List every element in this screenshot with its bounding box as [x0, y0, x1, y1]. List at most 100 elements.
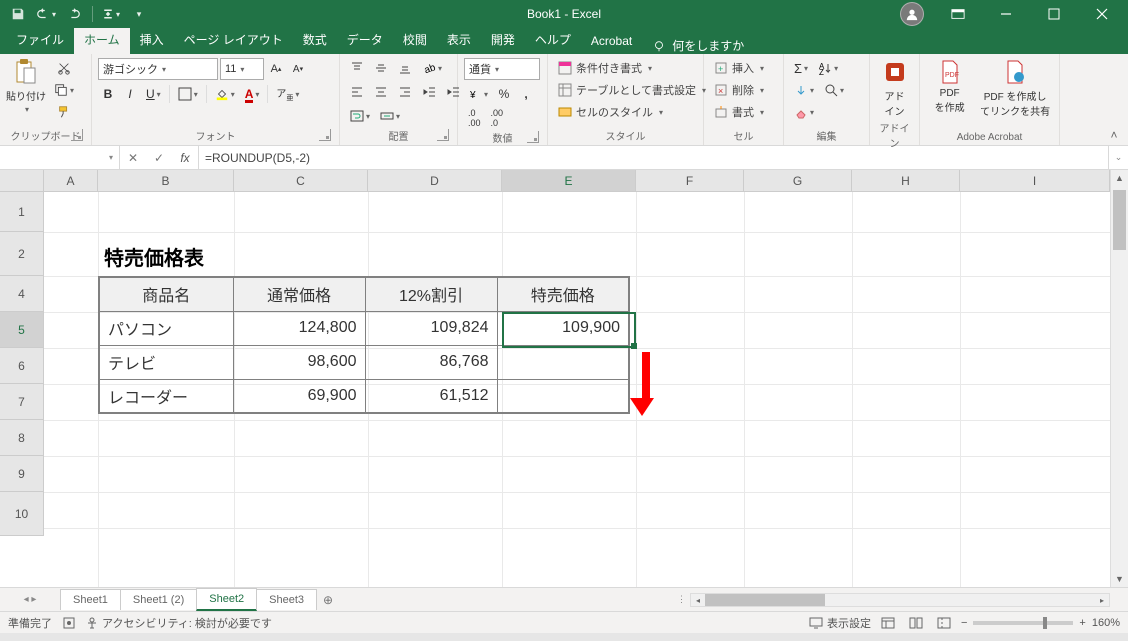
font-size-combo[interactable]: 11▾ — [220, 58, 264, 80]
cell-E6[interactable] — [497, 345, 629, 379]
tab-home[interactable]: ホーム — [74, 26, 130, 54]
align-bottom-icon[interactable] — [394, 58, 416, 78]
fill-icon[interactable]: ▾ — [790, 80, 818, 100]
col-header-G[interactable]: G — [744, 170, 852, 191]
col-header-A[interactable]: A — [44, 170, 98, 191]
col-header-F[interactable]: F — [636, 170, 744, 191]
merge-center-icon[interactable]: ▾ — [376, 106, 404, 126]
pdf-create-button[interactable]: PDF PDF を作成 — [926, 58, 973, 114]
macro-record-icon[interactable] — [62, 616, 76, 630]
phonetic-button[interactable]: ア亜▾ — [272, 84, 303, 104]
find-select-icon[interactable]: ▾ — [820, 80, 848, 100]
row-header-9[interactable]: 9 — [0, 456, 43, 492]
pdf-share-button[interactable]: PDF を作成し てリンクを共有 — [977, 58, 1053, 118]
sheet-tab-4[interactable]: Sheet3 — [256, 589, 317, 610]
comma-format-icon[interactable]: , — [516, 84, 536, 104]
col-header-B[interactable]: B — [98, 170, 234, 191]
row-header-7[interactable]: 7 — [0, 384, 43, 420]
sheet-tab-3[interactable]: Sheet2 — [196, 588, 257, 611]
undo-icon[interactable]: ▾ — [34, 2, 58, 26]
tab-page-layout[interactable]: ページ レイアウト — [174, 26, 293, 54]
cell-E7[interactable] — [497, 379, 629, 413]
cell-B5[interactable]: パソコン — [99, 311, 233, 345]
format-as-table-button[interactable]: テーブルとして書式設定▾ — [554, 80, 710, 100]
align-middle-icon[interactable] — [370, 58, 392, 78]
cell-D5[interactable]: 109,824 — [365, 311, 497, 345]
display-settings-button[interactable]: 表示設定 — [809, 615, 871, 631]
decrease-decimal-icon[interactable]: .00.0 — [487, 108, 508, 128]
accounting-format-icon[interactable]: ¥▾ — [464, 84, 492, 104]
row-header-2[interactable]: 2 — [0, 232, 43, 276]
horizontal-scrollbar[interactable]: ◂ ▸ — [690, 593, 1110, 607]
alignment-dialog-launcher[interactable] — [437, 129, 449, 141]
fill-color-button[interactable]: ▾ — [211, 84, 239, 104]
italic-button[interactable]: I — [120, 84, 140, 104]
select-all-corner[interactable] — [0, 170, 44, 192]
percent-format-icon[interactable]: % — [494, 84, 514, 104]
increase-font-icon[interactable]: A▴ — [266, 59, 286, 79]
zoom-slider[interactable] — [973, 621, 1073, 625]
scroll-right-icon[interactable]: ▸ — [1095, 594, 1109, 608]
font-dialog-launcher[interactable] — [319, 129, 331, 141]
enter-formula-icon[interactable]: ✓ — [146, 151, 172, 165]
row-header-10[interactable]: 10 — [0, 492, 43, 536]
collapse-ribbon-icon[interactable]: ˄ — [1104, 127, 1124, 143]
tab-help[interactable]: ヘルプ — [525, 26, 581, 54]
insert-cells-button[interactable]: +挿入▾ — [710, 58, 768, 78]
tab-view[interactable]: 表示 — [437, 26, 481, 54]
sort-filter-icon[interactable]: AZ▾ — [814, 58, 842, 78]
conditional-formatting-button[interactable]: 条件付き書式▾ — [554, 58, 656, 78]
sheet-nav[interactable]: ◂ ▸ — [0, 594, 60, 605]
tab-developer[interactable]: 開発 — [481, 26, 525, 54]
accessibility-status[interactable]: アクセシビリティ: 検討が必要です — [86, 615, 272, 631]
tab-formulas[interactable]: 数式 — [293, 26, 337, 54]
worksheet-grid[interactable]: A B C D E F G H I 1 2 4 5 6 7 8 9 10 — [0, 170, 1128, 587]
underline-button[interactable]: U▾ — [142, 84, 165, 104]
align-left-icon[interactable] — [346, 82, 368, 102]
col-header-H[interactable]: H — [852, 170, 960, 191]
copy-icon[interactable]: ▾ — [50, 80, 78, 100]
col-header-D[interactable]: D — [368, 170, 502, 191]
row-header-4[interactable]: 4 — [0, 276, 43, 312]
page-layout-view-icon[interactable] — [905, 614, 927, 632]
tab-insert[interactable]: 挿入 — [130, 26, 174, 54]
font-color-button[interactable]: A▾ — [241, 84, 264, 104]
vscroll-thumb[interactable] — [1113, 190, 1126, 250]
format-painter-icon[interactable] — [50, 102, 78, 122]
clear-icon[interactable]: ▾ — [790, 102, 818, 122]
tab-review[interactable]: 校閲 — [393, 26, 437, 54]
zoom-level[interactable]: 160% — [1092, 617, 1120, 629]
formula-input[interactable]: =ROUNDUP(D5,-2) — [199, 146, 1108, 169]
cancel-formula-icon[interactable]: ✕ — [120, 151, 146, 165]
number-format-combo[interactable]: 通貨▾ — [464, 58, 540, 80]
align-center-icon[interactable] — [370, 82, 392, 102]
maximize-button[interactable] — [1032, 0, 1076, 28]
increase-decimal-icon[interactable]: .0.00 — [464, 108, 485, 128]
sheet-tab-1[interactable]: Sheet1 — [60, 589, 121, 610]
format-cells-button[interactable]: 書式▾ — [710, 102, 768, 122]
paste-button[interactable]: 貼り付け ▾ — [6, 58, 46, 114]
cell-D6[interactable]: 86,768 — [365, 345, 497, 379]
cells-area[interactable]: 特売価格表 商品名 通常価格 12%割引 特売価格 パソコン 124,800 1… — [44, 192, 1110, 587]
hscroll-thumb[interactable] — [705, 594, 825, 606]
cell-E5[interactable]: 109,900 — [497, 311, 629, 345]
tab-acrobat[interactable]: Acrobat — [581, 29, 642, 54]
qat-customize-icon[interactable]: ▾ — [99, 2, 123, 26]
row-header-1[interactable]: 1 — [0, 192, 43, 232]
expand-formula-bar-icon[interactable]: ⌄ — [1108, 146, 1128, 169]
cell-B7[interactable]: レコーダー — [99, 379, 233, 413]
font-name-combo[interactable]: 游ゴシック▾ — [98, 58, 218, 80]
cell-D7[interactable]: 61,512 — [365, 379, 497, 413]
tell-me-search[interactable]: 何をしますか — [652, 37, 744, 54]
new-sheet-button[interactable]: ⊕ — [316, 593, 340, 607]
qat-more-icon[interactable]: ▾ — [127, 2, 151, 26]
align-right-icon[interactable] — [394, 82, 416, 102]
border-button[interactable]: ▾ — [174, 84, 202, 104]
cell-B6[interactable]: テレビ — [99, 345, 233, 379]
row-header-8[interactable]: 8 — [0, 420, 43, 456]
cut-icon[interactable] — [50, 58, 78, 78]
zoom-in-button[interactable]: + — [1079, 617, 1085, 629]
align-top-icon[interactable] — [346, 58, 368, 78]
cell-C5[interactable]: 124,800 — [233, 311, 365, 345]
page-break-view-icon[interactable] — [933, 614, 955, 632]
